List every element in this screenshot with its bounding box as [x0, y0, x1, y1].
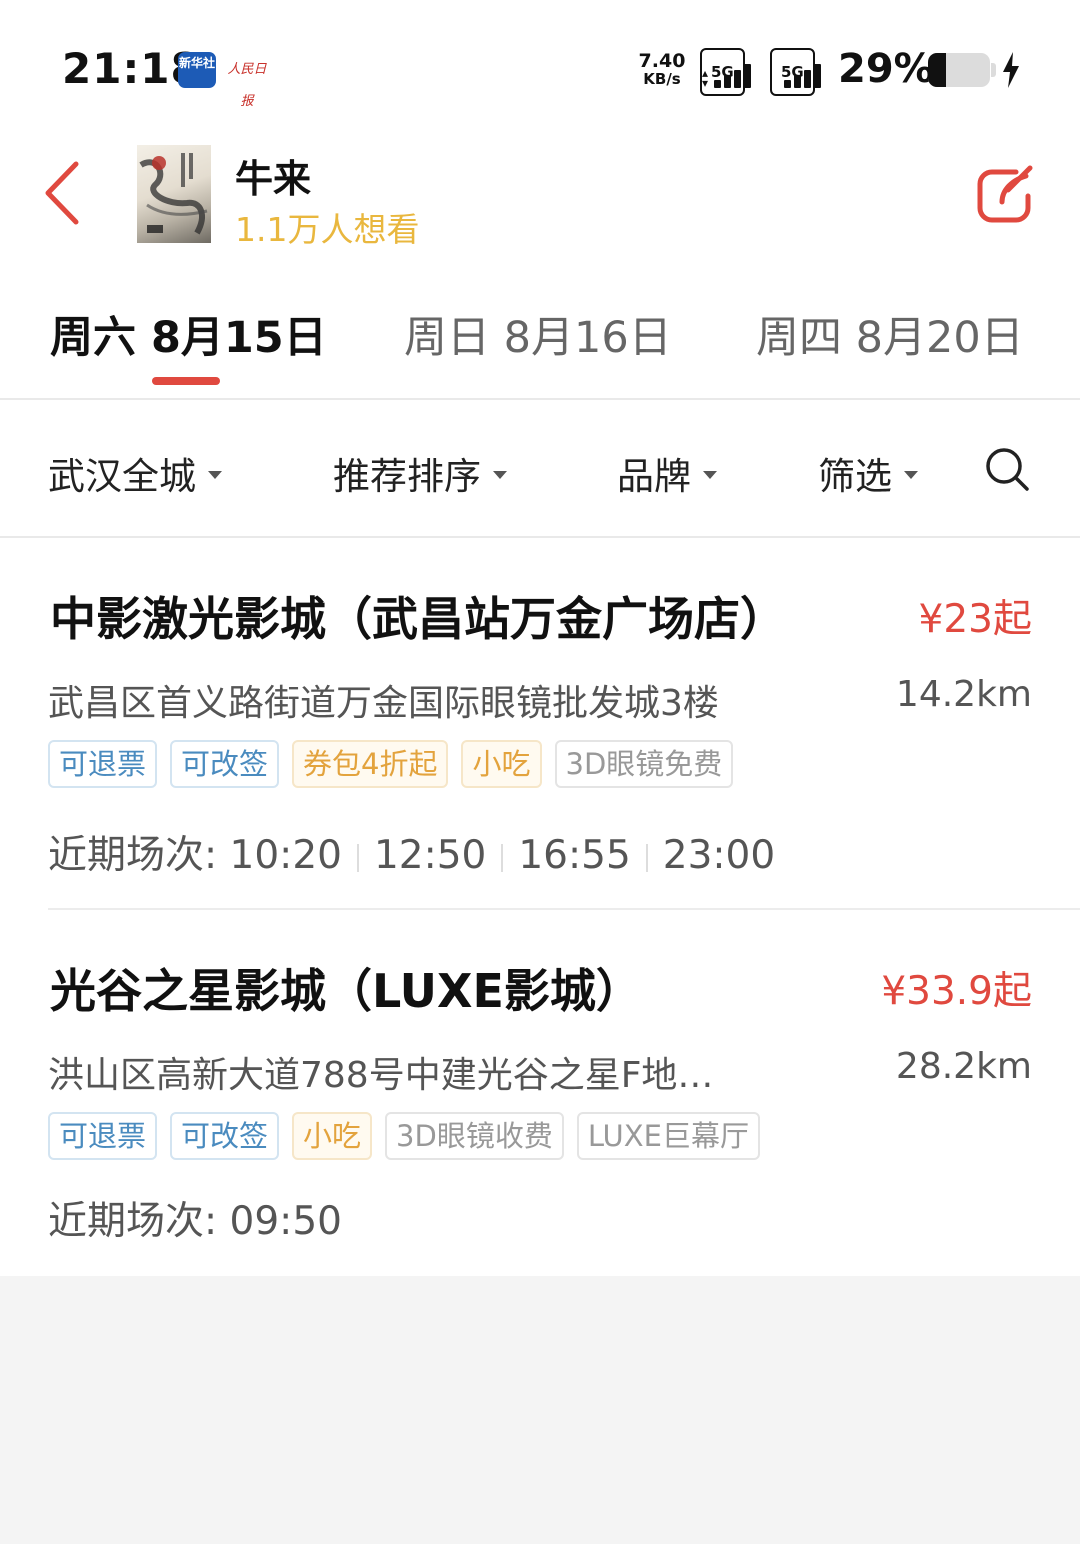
battery-percent: 29% — [838, 46, 934, 92]
caret-down-icon — [493, 470, 507, 479]
xinhua-app-icon: 新华社 — [178, 52, 216, 88]
share-icon[interactable] — [972, 162, 1038, 228]
caret-down-icon — [703, 470, 717, 479]
poster-artwork-icon — [139, 153, 208, 235]
city-filter-dropdown[interactable]: 武汉全城 — [48, 446, 222, 500]
showtime[interactable]: 12:50 — [374, 833, 486, 878]
tag-rebookable: 可改签 — [170, 740, 280, 788]
tag-refundable: 可退票 — [48, 1112, 158, 1160]
battery-cap — [991, 63, 996, 77]
want-to-see-count: 1.1万人想看 — [235, 210, 420, 249]
recent-showtimes: 近期场次: 10:20 12:50 16:55 23:00 — [48, 824, 775, 880]
separator — [501, 843, 504, 872]
caret-down-icon — [208, 470, 222, 479]
sort-dropdown[interactable]: 推荐排序 — [333, 446, 507, 500]
divider — [0, 536, 1080, 538]
cinema-name: 光谷之星影城（LUXE影城） — [50, 964, 642, 1018]
peoples-daily-app-icon: 人民日报 — [227, 62, 267, 109]
network-speed-unit: KB/s — [643, 70, 681, 88]
showtime[interactable]: 10:20 — [230, 833, 342, 878]
network-speed: 7.40 KB/s — [637, 50, 687, 89]
search-icon[interactable] — [984, 446, 1030, 492]
active-tab-indicator — [152, 377, 220, 385]
tag-refundable: 可退票 — [48, 740, 158, 788]
caret-down-icon — [904, 470, 918, 479]
tag-3d-glasses: 3D眼镜收费 — [385, 1112, 564, 1160]
cinema-distance: 14.2km — [895, 674, 1032, 715]
cinema-distance: 28.2km — [895, 1046, 1032, 1087]
movie-poster[interactable] — [137, 145, 211, 243]
back-arrow-icon[interactable] — [38, 158, 90, 228]
filter-dropdown[interactable]: 筛选 — [818, 446, 918, 500]
brand-dropdown[interactable]: 品牌 — [617, 446, 717, 500]
charging-bolt-icon — [1003, 52, 1019, 88]
tab-date-3[interactable]: 周四 8月20日 — [756, 303, 1024, 365]
showtimes-label: 近期场次: — [48, 1199, 218, 1244]
cinema-tags: 可退票 可改签 小吃 3D眼镜收费 LUXE巨幕厅 — [48, 1112, 760, 1160]
signal-strength-icon: 5G — [770, 48, 830, 96]
showtime[interactable]: 23:00 — [663, 833, 775, 878]
movie-title: 牛来 — [235, 157, 312, 201]
cinema-address: 武昌区首义路街道万金国际眼镜批发城3楼 — [48, 683, 719, 724]
tab-date-1[interactable]: 周六 8月15日 — [50, 303, 327, 365]
cinema-price: ¥33.9起 — [881, 969, 1032, 1014]
signal-strength-icon: 5G ▴ ▾ — [700, 48, 760, 96]
divider — [0, 398, 1080, 400]
tag-snacks: 小吃 — [461, 740, 542, 788]
tag-rebookable: 可改签 — [170, 1112, 280, 1160]
tag-luxe-hall: LUXE巨幕厅 — [576, 1112, 760, 1160]
card-divider — [48, 908, 1080, 910]
battery-level-fill — [928, 53, 946, 87]
data-transfer-icon: ▴ ▾ — [702, 66, 709, 90]
cinema-address: 洪山区高新大道788号中建光谷之星F地… — [48, 1055, 714, 1096]
showtimes-label: 近期场次: — [48, 833, 218, 878]
separator — [645, 843, 648, 872]
cinema-name: 中影激光影城（武昌站万金广场店） — [50, 592, 786, 646]
cinema-price: ¥23起 — [918, 597, 1032, 642]
tag-coupon: 券包4折起 — [292, 740, 449, 788]
showtime[interactable]: 16:55 — [518, 833, 630, 878]
tag-3d-glasses: 3D眼镜免费 — [554, 740, 734, 788]
network-speed-value: 7.40 — [638, 50, 686, 72]
tab-date-2[interactable]: 周日 8月16日 — [404, 303, 672, 365]
separator — [356, 843, 359, 872]
tag-snacks: 小吃 — [292, 1112, 373, 1160]
showtime[interactable]: 09:50 — [230, 1199, 342, 1244]
recent-showtimes: 近期场次: 09:50 — [48, 1190, 342, 1246]
cinema-tags: 可退票 可改签 券包4折起 小吃 3D眼镜免费 — [48, 740, 734, 788]
status-bar: 21:18 新华社 人民日报 7.40 KB/s 5G ▴ ▾ 5G 29% — [0, 0, 1080, 130]
battery-icon — [928, 53, 990, 87]
